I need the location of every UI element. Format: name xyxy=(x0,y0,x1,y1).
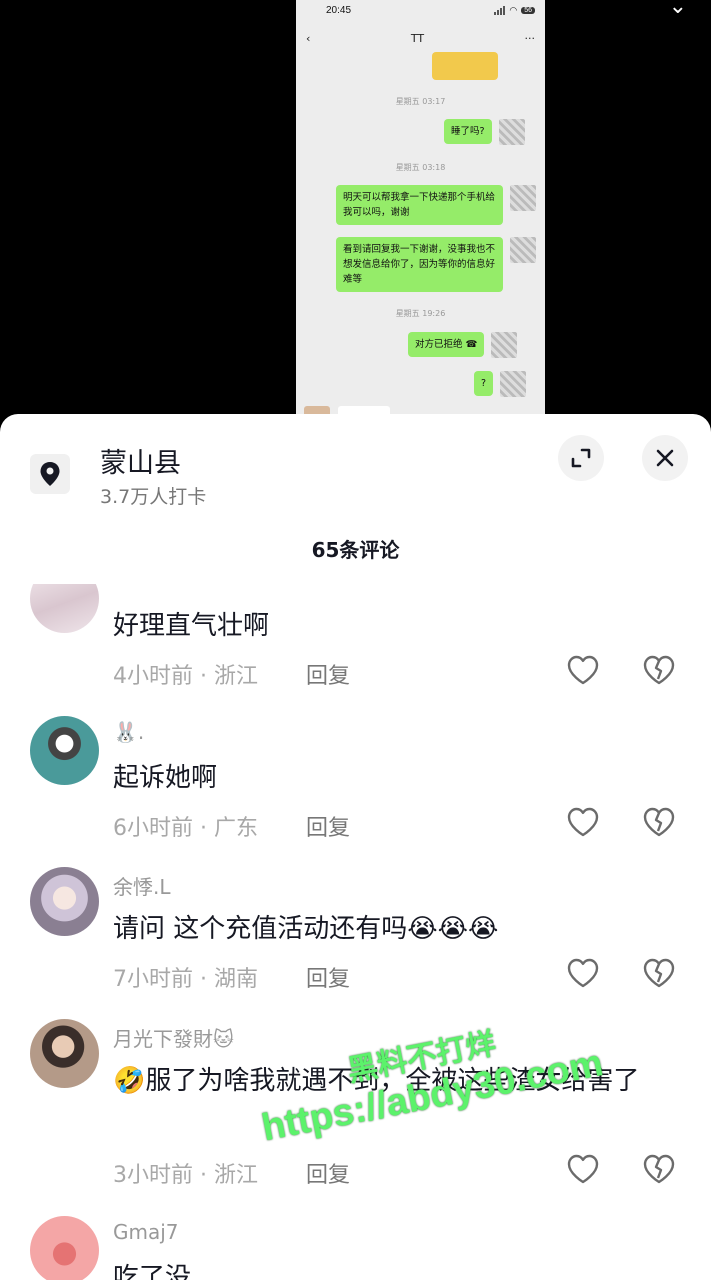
more-dots-icon: ··· xyxy=(524,31,536,45)
comment-username[interactable]: Gmaj7 xyxy=(113,1220,179,1244)
message-bubble: 看到请回复我一下谢谢，没事我也不想发信息给你了，因为等你的信息好难等 xyxy=(336,237,503,292)
expand-icon xyxy=(571,448,591,468)
comment-text: 起诉她啊 xyxy=(113,763,218,793)
avatar xyxy=(491,332,518,358)
location-header[interactable]: 蒙山县 3.7万人打卡 xyxy=(0,414,711,514)
comment-username[interactable]: 🐰. xyxy=(113,720,144,744)
reply-button[interactable]: 回复 xyxy=(306,658,350,690)
video-area: ⌄ 20:45 ◠ 56 ‹ TT ··· 星期五 03:17 睡了吗? 星期五… xyxy=(0,0,711,430)
chat-message: ? xyxy=(474,371,527,397)
comment-sheet: 蒙山县 3.7万人打卡 65条评论 好理直气壮啊 4小时前 · 浙江 回复 🐰.… xyxy=(0,414,711,1280)
dislike-broken-heart-icon[interactable] xyxy=(642,957,676,989)
chat-timestamp: 星期五 03:18 xyxy=(395,163,446,172)
more-icon[interactable]: ⌄ xyxy=(669,0,687,19)
reply-button[interactable]: 回复 xyxy=(306,961,350,993)
phone-icon: ☎ xyxy=(465,339,478,350)
sticker-image xyxy=(432,52,498,80)
avatar xyxy=(510,237,536,263)
close-icon xyxy=(656,449,674,467)
location-name: 蒙山县 xyxy=(100,448,181,479)
user-avatar[interactable] xyxy=(30,1216,99,1280)
reply-button[interactable]: 回复 xyxy=(306,1157,350,1189)
comment-meta: 3小时前 · 浙江 xyxy=(113,1163,258,1188)
checkin-count: 3.7万人打卡 xyxy=(100,486,207,508)
comment-text: 请问 这个充值活动还有吗😭😭😭 xyxy=(113,914,499,944)
signal-icon xyxy=(494,5,506,15)
avatar xyxy=(510,185,536,211)
avatar xyxy=(500,371,527,397)
like-heart-icon[interactable] xyxy=(566,957,600,989)
back-icon: ‹ xyxy=(306,31,311,45)
message-bubble: 对方已拒绝 ☎ xyxy=(408,332,485,357)
user-avatar[interactable] xyxy=(30,584,99,633)
message-bubble: 明天可以帮我拿一下快递那个手机给我可以吗，谢谢 xyxy=(336,185,503,225)
expand-button[interactable] xyxy=(558,435,604,481)
like-heart-icon[interactable] xyxy=(566,1153,600,1185)
chat-message: 睡了吗? xyxy=(444,119,525,145)
reply-button[interactable]: 回复 xyxy=(306,810,350,842)
close-button[interactable] xyxy=(642,435,688,481)
status-time: 20:45 xyxy=(326,4,352,16)
comment-text: 🤣服了为啥我就遇不到，全被这些渣女给害了 xyxy=(113,1066,640,1096)
chat-message: 明天可以帮我拿一下快递那个手机给我可以吗，谢谢 xyxy=(336,185,536,225)
comment-list: 好理直气壮啊 4小时前 · 浙江 回复 🐰. 起诉她啊 6小时前 · 广东 回复… xyxy=(0,584,711,1280)
chat-message: 看到请回复我一下谢谢，没事我也不想发信息给你了，因为等你的信息好难等 xyxy=(336,237,536,292)
like-heart-icon[interactable] xyxy=(566,654,600,686)
location-pin-icon xyxy=(30,454,70,494)
comment-meta: 4小时前 · 浙江 xyxy=(113,664,258,689)
user-avatar[interactable] xyxy=(30,716,99,785)
chat-screenshot-image: 20:45 ◠ 56 ‹ TT ··· 星期五 03:17 睡了吗? 星期五 0… xyxy=(296,0,545,418)
comment-username[interactable]: 月光下發財🐱 xyxy=(113,1023,234,1052)
chat-timestamp: 星期五 19:26 xyxy=(395,309,446,318)
chat-status-bar: 20:45 ◠ 56 xyxy=(296,0,545,20)
dislike-broken-heart-icon[interactable] xyxy=(642,654,676,686)
comment-meta: 7小时前 · 湖南 xyxy=(113,967,258,992)
chat-message: 对方已拒绝 ☎ xyxy=(408,332,518,358)
dislike-broken-heart-icon[interactable] xyxy=(642,806,676,838)
chat-nav-bar: ‹ TT ··· xyxy=(296,20,545,56)
comment-count-title: 65条评论 xyxy=(311,538,400,562)
dislike-broken-heart-icon[interactable] xyxy=(642,1153,676,1185)
comment-meta: 6小时前 · 广东 xyxy=(113,816,258,841)
comment-username[interactable]: 余悸.L xyxy=(113,871,171,900)
wifi-icon: ◠ xyxy=(509,4,518,15)
comment-text: 好理直气壮啊 xyxy=(113,611,270,641)
chat-timestamp: 星期五 03:17 xyxy=(395,97,446,106)
message-bubble: 睡了吗? xyxy=(444,119,492,144)
chat-contact-name: TT xyxy=(410,31,425,45)
user-avatar[interactable] xyxy=(30,867,99,936)
like-heart-icon[interactable] xyxy=(566,806,600,838)
comment-text: 吃了没 xyxy=(113,1263,192,1280)
user-avatar[interactable] xyxy=(30,1019,99,1088)
avatar xyxy=(498,119,525,145)
message-bubble: ? xyxy=(474,371,494,396)
battery-indicator: 56 xyxy=(521,6,535,14)
call-declined-text: 对方已拒绝 xyxy=(415,339,463,350)
